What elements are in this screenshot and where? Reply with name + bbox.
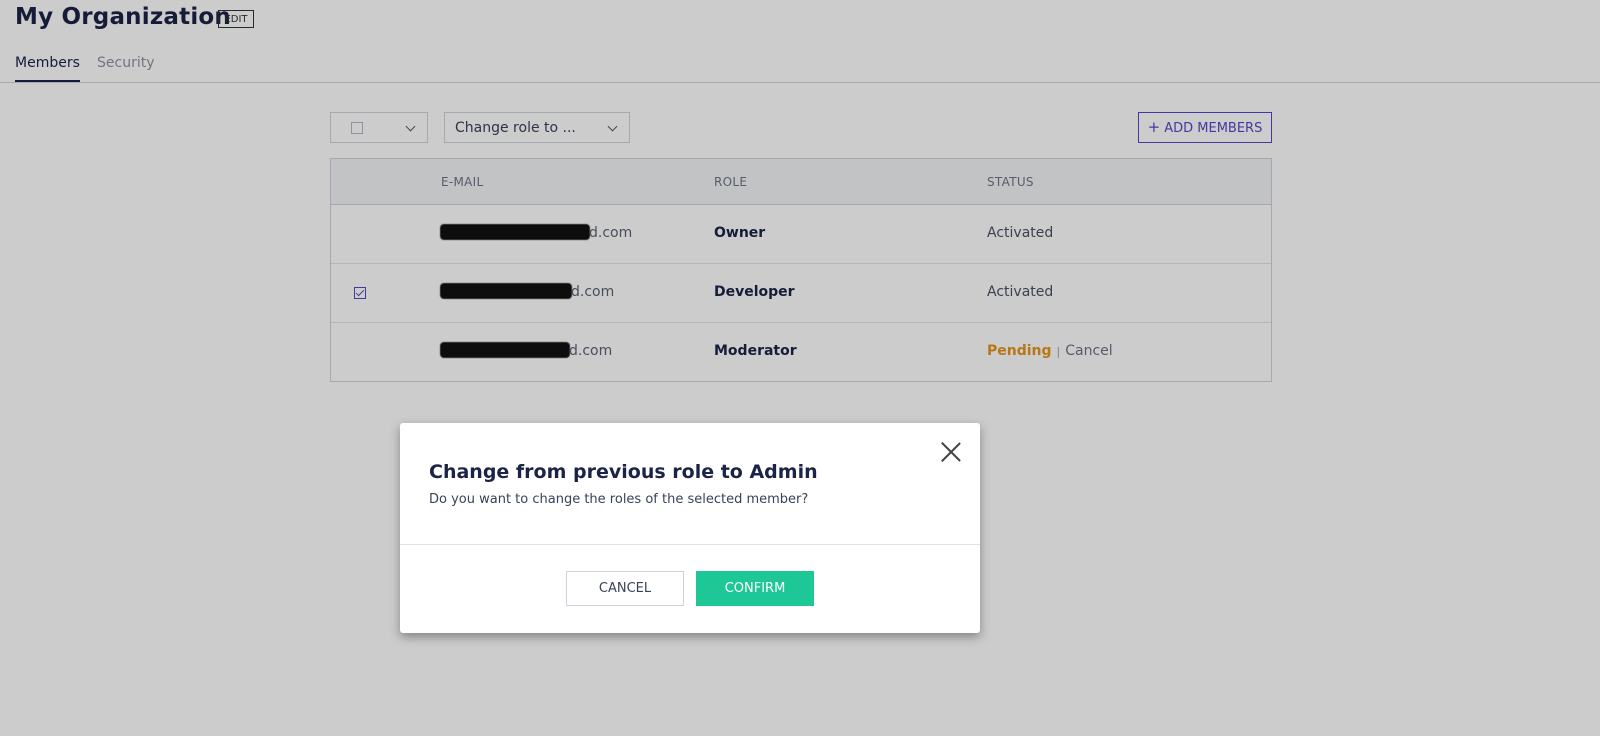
dialog-message: Do you want to change the roles of the s… xyxy=(429,492,809,507)
cancel-button[interactable]: CANCEL xyxy=(566,571,684,606)
confirm-button[interactable]: CONFIRM xyxy=(696,571,814,606)
change-role-dialog: Change from previous role to Admin Do yo… xyxy=(400,423,980,633)
dialog-title: Change from previous role to Admin xyxy=(429,461,818,483)
close-icon[interactable] xyxy=(940,441,962,463)
dialog-divider xyxy=(400,544,980,545)
